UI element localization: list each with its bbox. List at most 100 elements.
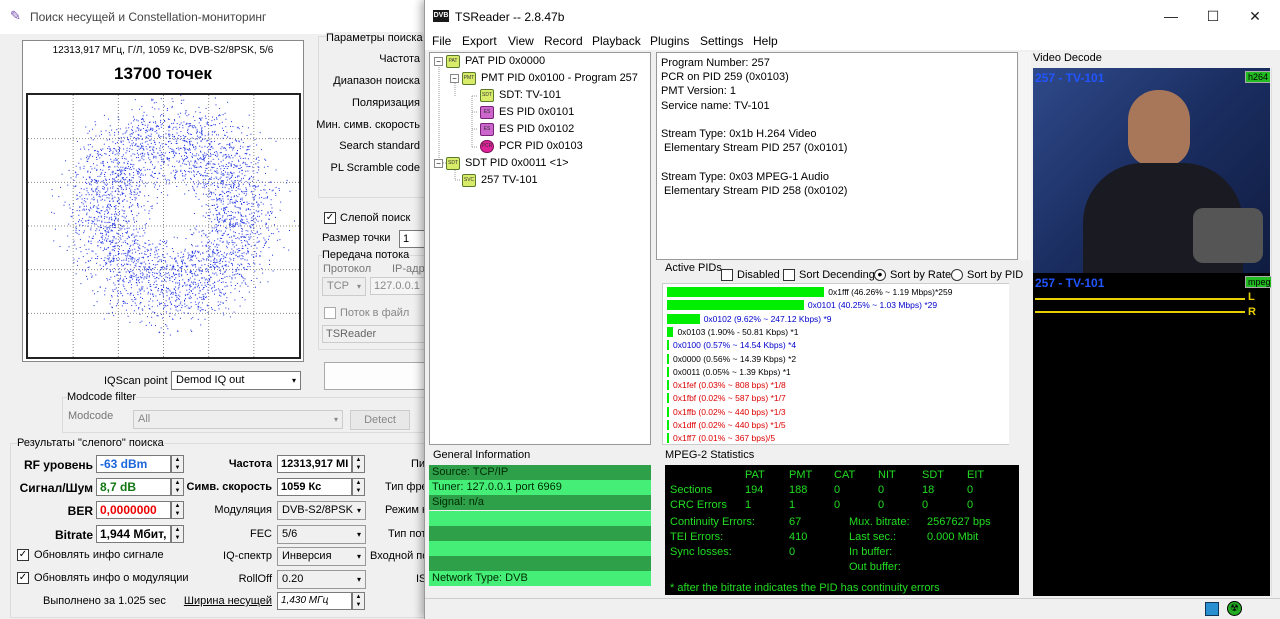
menu-export[interactable]: Export [462, 34, 497, 48]
pl-scramble-label: PL Scramble code [330, 162, 420, 174]
info-scrollbar[interactable] [1019, 52, 1031, 260]
hdr-pmt: PMT [789, 469, 813, 481]
pid-row-label[interactable]: 0x1ff7 (0.01% ~ 367 bps)/5 [673, 433, 775, 443]
mpeg-badge: mpeg [1245, 276, 1274, 288]
menu-settings[interactable]: Settings [700, 34, 743, 48]
freq-spin[interactable]: ▲ ▼ [352, 455, 365, 473]
crc-eit: 0 [967, 499, 974, 511]
protocol-select[interactable]: TCP ▾ [322, 277, 366, 296]
tree-node-sdt-service[interactable]: SDT SDT: TV-101 [480, 88, 561, 103]
video-scrollbar[interactable] [1271, 68, 1280, 596]
ip-input[interactable]: 127.0.0.1 [370, 277, 430, 295]
hdr-cat: CAT [834, 469, 856, 481]
update-signal-checkbox[interactable]: ✓ [17, 549, 29, 561]
bandwidth-label[interactable]: Ширина несущей [180, 595, 272, 607]
pid-row-label[interactable]: 0x0101 (40.25% ~ 1.03 Mbps) *29 [808, 300, 937, 310]
menu-record[interactable]: Record [544, 34, 583, 48]
extra-label-1: Пи [411, 458, 426, 470]
video-presenter-head [1128, 90, 1190, 166]
tree-node-sdt[interactable]: − SDT SDT PID 0x0011 <1> [434, 156, 569, 171]
service-icon: SVC [462, 173, 476, 187]
continuity-value: 67 [789, 516, 802, 528]
iq-spectrum-select[interactable]: Инверсия ▾ [277, 547, 366, 566]
tree-node-service[interactable]: SVC 257 TV-101 [462, 173, 538, 188]
extra-label-3: Режим к [385, 504, 427, 516]
modulation-select[interactable]: DVB-S2/8PSK ▾ [277, 501, 366, 520]
pid-row-label[interactable]: 0x1fbf (0.02% ~ 587 bps) *1/7 [673, 393, 786, 403]
pid-row-label[interactable]: 0x1ffb (0.02% ~ 440 bps) *1/3 [673, 407, 786, 417]
update-mod-label: Обновлять инфо о модуляции [34, 572, 189, 584]
sort-desc-checkbox[interactable] [783, 269, 795, 281]
pid-rate-bar [667, 393, 669, 404]
pid-row-label[interactable]: 0x0011 (0.05% ~ 1.39 Kbps) *1 [673, 367, 791, 377]
pid-rate-bar [667, 300, 804, 311]
pids-scrollbar[interactable] [1009, 283, 1021, 445]
bandwidth-spin[interactable]: ▲ ▼ [352, 592, 365, 610]
sr-spin[interactable]: ▲ ▼ [352, 478, 365, 496]
maximize-button[interactable]: ☐ [1193, 4, 1233, 28]
pid-row-label[interactable]: 0x0000 (0.56% ~ 14.39 Kbps) *2 [673, 354, 796, 364]
audio-meter-panel: 257 - TV-101 mpeg L R [1033, 273, 1274, 596]
tsreader-field[interactable]: TSReader [322, 325, 430, 343]
sort-rate-radio[interactable]: • [874, 267, 886, 281]
tree-node-es-video[interactable]: ES ES PID 0x0101 [480, 105, 574, 120]
pid-row-label[interactable]: 0x0100 (0.57% ~ 14.54 Kbps) *4 [673, 340, 796, 350]
sr-value: 1059 Кс [277, 478, 352, 496]
network-icon[interactable] [1205, 602, 1219, 616]
pid-row-label[interactable]: 0x1dff (0.02% ~ 440 bps) *1/5 [673, 420, 786, 430]
audio-top-label: 257 - TV-101 [1035, 276, 1105, 290]
pcr-icon: PCR [480, 139, 494, 153]
crc-cat: 0 [834, 499, 841, 511]
modcode-label: Modcode [68, 410, 114, 422]
left-window-titlebar[interactable]: ✎ Поиск несущей и Constellation-монитори… [0, 0, 430, 34]
tree-node-pat[interactable]: − PAT PAT PID 0x0000 [434, 54, 545, 69]
menu-plugins[interactable]: Plugins [650, 34, 689, 48]
pid-rate-bar [667, 287, 825, 297]
sort-pid-radio[interactable] [951, 269, 963, 281]
radiation-status-icon[interactable]: ☢ [1227, 601, 1242, 616]
program-info-text: Program Number: 257 PCR on PID 259 (0x01… [656, 52, 1018, 260]
tsreader-titlebar[interactable]: DVB TSReader -- 2.8.47b — ☐ ✕ [425, 0, 1280, 32]
point-size-label: Размер точки [322, 232, 391, 244]
pid-row-label[interactable]: 0x1fff (46.26% ~ 1.19 Mbps)*259 [828, 287, 952, 297]
menu-view[interactable]: View [508, 34, 534, 48]
start-button[interactable] [324, 362, 430, 390]
pid-row-label[interactable]: 0x0102 (9.62% ~ 247.12 Kbps) *9 [704, 314, 832, 324]
detect-button[interactable]: Detect [350, 410, 410, 430]
snr-label: Сигнал/Шум [19, 481, 93, 495]
pid-rate-bar [667, 406, 669, 417]
tree-node-es-audio[interactable]: ES ES PID 0x0102 [480, 122, 574, 137]
tree-node-pmt[interactable]: − PMT PMT PID 0x0100 - Program 257 [450, 71, 638, 86]
fec-select[interactable]: 5/6 ▾ [277, 525, 366, 544]
pid-rate-bar [667, 326, 674, 337]
sr-label: Симв. скорость [186, 481, 272, 493]
close-button[interactable]: ✕ [1235, 4, 1275, 28]
pid-row-label[interactable]: 0x0103 (1.90% - 50.81 Kbps) *1 [677, 327, 798, 337]
blind-search-label: Слепой поиск [340, 212, 411, 224]
rolloff-select[interactable]: 0.20 ▾ [277, 570, 366, 589]
menu-help[interactable]: Help [753, 34, 778, 48]
freq-param-label: Частота [379, 53, 420, 65]
iqscan-select[interactable]: Demod IQ out ▾ [171, 371, 301, 390]
bitrate-value: 1,944 Мбит, [96, 525, 171, 543]
disabled-checkbox[interactable] [721, 269, 733, 281]
audio-channel-r: R [1248, 306, 1256, 318]
crc-label: CRC Errors [670, 499, 727, 511]
elapsed-label: Выполнено за 1.025 sec [43, 595, 166, 607]
sections-pat: 194 [745, 484, 764, 496]
sort-desc-label: Sort Decending [799, 269, 875, 281]
menu-file[interactable]: File [432, 34, 451, 48]
video-preview[interactable]: 257 - TV-101 h264 [1033, 68, 1270, 273]
rf-spin[interactable]: ▲ ▼ [171, 455, 184, 473]
pid-row-label[interactable]: 0x1fef (0.03% ~ 808 bps) *1/8 [673, 380, 786, 390]
menu-playback[interactable]: Playback [592, 34, 641, 48]
general-info-row: Signal: n/a [429, 495, 651, 511]
minimize-button[interactable]: — [1151, 4, 1191, 28]
sections-label: Sections [670, 484, 713, 496]
update-mod-checkbox[interactable]: ✓ [17, 572, 29, 584]
tree-node-pcr[interactable]: PCR PCR PID 0x0103 [480, 139, 583, 154]
blind-search-checkbox[interactable]: ✓ [324, 212, 336, 224]
last-sec-label: Last sec.: [849, 531, 897, 543]
to-file-checkbox[interactable] [324, 307, 336, 319]
modcode-select[interactable]: All ▾ [133, 410, 343, 429]
